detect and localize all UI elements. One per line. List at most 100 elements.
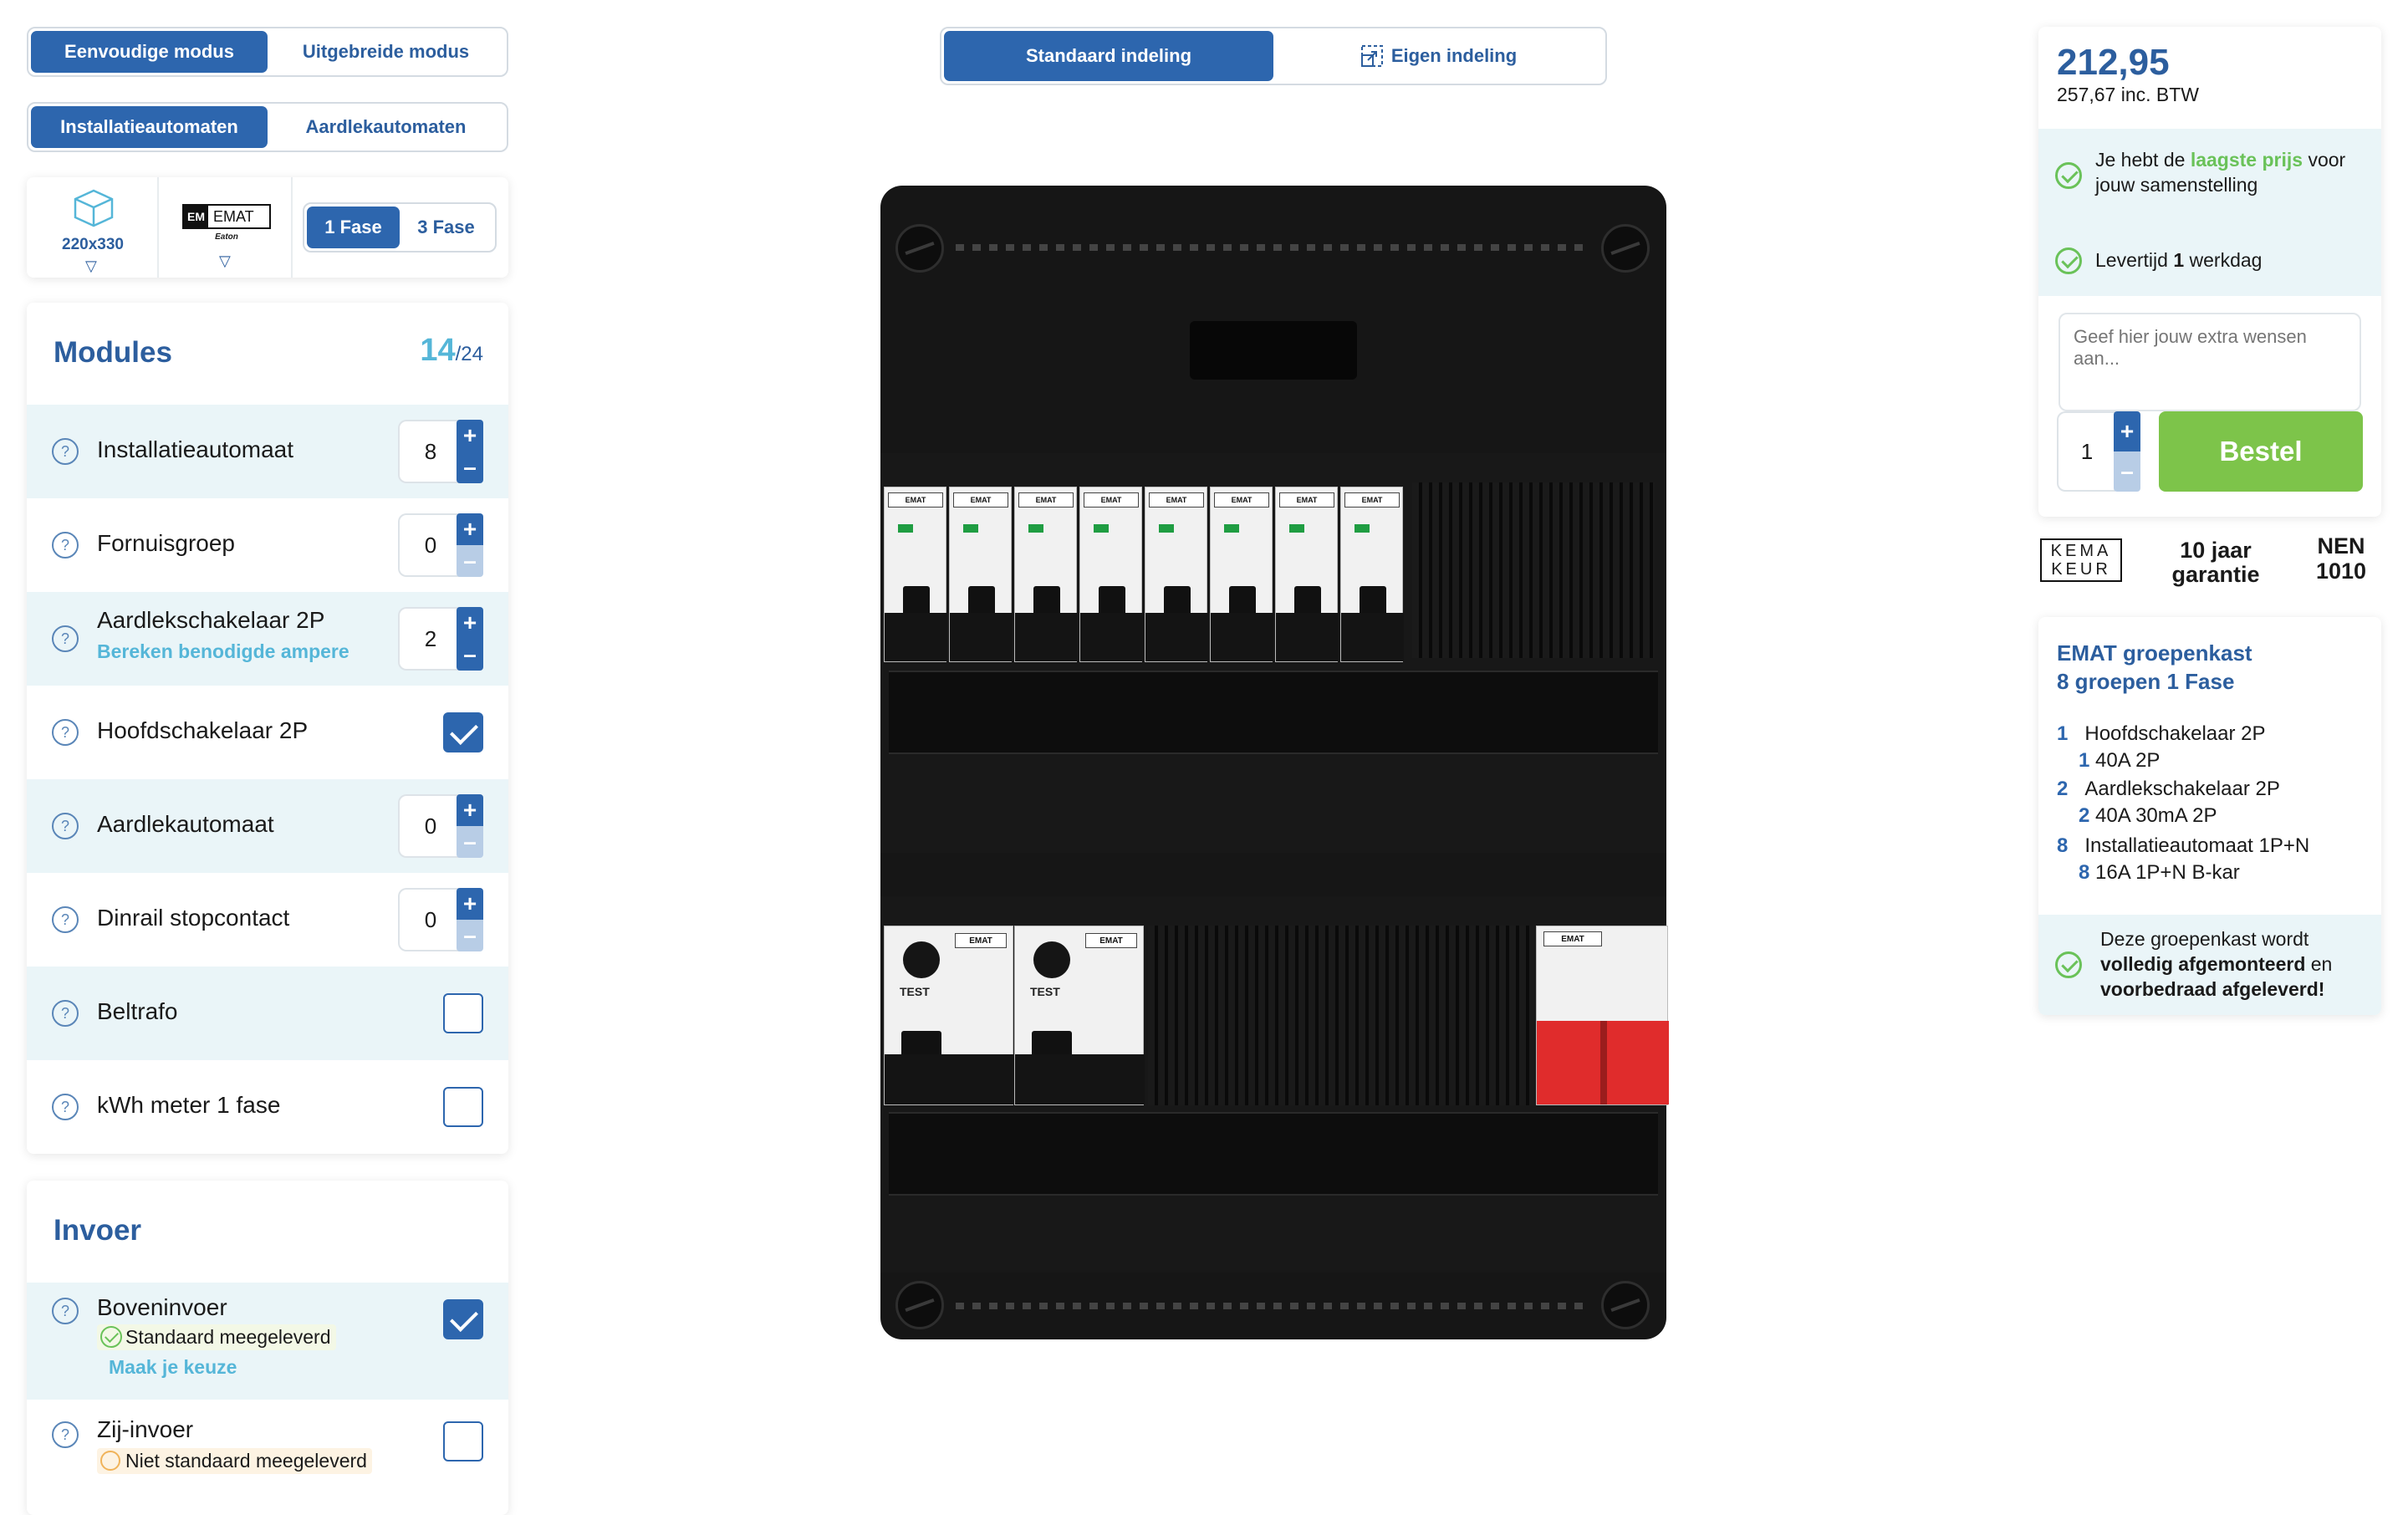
- box-3d-icon: [74, 189, 114, 227]
- kema-keur-badge: KEMA KEUR: [2040, 538, 2122, 582]
- standard-layout-button[interactable]: Standaard indeling: [944, 31, 1273, 81]
- label-window: [1190, 321, 1357, 380]
- custom-layout-icon: [1360, 45, 1383, 67]
- help-icon[interactable]: ?: [52, 438, 79, 465]
- top-groove: [956, 244, 1591, 251]
- bell-transformer-checkbox[interactable]: [443, 993, 483, 1033]
- modules-header: Modules 14/24: [27, 303, 508, 405]
- chevron-down-icon: ▽: [85, 258, 97, 274]
- quantity-input[interactable]: 0: [398, 513, 462, 577]
- calculate-ampere-link[interactable]: Bereken benodigde ampere: [97, 640, 349, 663]
- quantity-input[interactable]: 2: [398, 607, 462, 671]
- help-icon[interactable]: ?: [52, 719, 79, 746]
- screw: [895, 224, 944, 273]
- module-row: ? Fornuisgroep 0 + –: [27, 498, 508, 592]
- phase-toggle: 1 Fase 3 Fase: [303, 202, 497, 252]
- modules-card: Modules 14/24 ? Installatieautomaat 8 + …: [27, 303, 508, 1154]
- size-label: 220x330: [62, 236, 124, 253]
- summary-line: 2 Aardlekschakelaar 2P: [2057, 778, 2280, 800]
- lowest-price-text: Je hebt de laagste prijs voor jouw samens…: [2095, 149, 2346, 196]
- order-quantity-input[interactable]: 1: [2057, 411, 2115, 492]
- summary-line: 8 16A 1P+N B-kar: [2079, 861, 2240, 884]
- check-icon: [100, 1326, 122, 1348]
- circuit-breaker: EMAT: [1340, 487, 1404, 662]
- help-icon[interactable]: ?: [52, 1421, 79, 1448]
- help-icon[interactable]: ?: [52, 813, 79, 839]
- circuit-breaker: EMAT: [1145, 487, 1208, 662]
- check-circle-icon: [2055, 951, 2082, 978]
- side-feed-checkbox[interactable]: [443, 1421, 483, 1461]
- price-incl-vat: 257,67 inc. BTW: [2057, 84, 2200, 105]
- advanced-mode-button[interactable]: Uitgebreide modus: [268, 31, 504, 73]
- decrement-button[interactable]: –: [457, 451, 483, 483]
- earth-leakage-switch: TEST EMAT: [1014, 926, 1145, 1105]
- increment-button[interactable]: +: [457, 513, 483, 545]
- quantity-input[interactable]: 8: [398, 420, 462, 483]
- increment-button[interactable]: +: [2114, 411, 2140, 451]
- invoer-title: Invoer: [54, 1214, 142, 1247]
- quantity-input[interactable]: 0: [398, 794, 462, 858]
- size-selector[interactable]: 220x330 ▽: [27, 177, 159, 278]
- invoer-row: ? Zij-invoer Niet standaard meegeleverd: [27, 1400, 508, 1500]
- chevron-down-icon: ▽: [219, 252, 231, 269]
- help-icon[interactable]: ?: [52, 532, 79, 559]
- increment-button[interactable]: +: [457, 888, 483, 920]
- module-label: Aardlekautomaat: [97, 811, 274, 837]
- module-label: Installatieautomaat: [97, 436, 294, 462]
- circuit-breaker: EMAT: [1275, 487, 1339, 662]
- installation-automats-tab[interactable]: Installatieautomaten: [31, 106, 268, 148]
- help-icon[interactable]: ?: [52, 906, 79, 933]
- decrement-button[interactable]: –: [457, 545, 483, 577]
- help-icon[interactable]: ?: [52, 625, 79, 652]
- brand-selector[interactable]: EM EMAT Eaton ▽: [161, 177, 293, 278]
- module-label: kWh meter 1 fase: [97, 1092, 281, 1118]
- type-toggle: Installatieautomaten Aardlekautomaten: [27, 102, 508, 152]
- decrement-button[interactable]: –: [457, 826, 483, 858]
- help-icon[interactable]: ?: [52, 1094, 79, 1120]
- side-feed-label: Zij-invoer: [97, 1416, 194, 1442]
- module-label: Fornuisgroep: [97, 530, 235, 556]
- custom-layout-button[interactable]: Eigen indeling: [1273, 31, 1603, 81]
- quantity-stepper: 0 + –: [398, 513, 492, 577]
- invoer-card: Invoer ? Boveninvoer Standaard meegeleve…: [27, 1181, 508, 1515]
- module-row: ? Aardlekautomaat 0 + –: [27, 779, 508, 873]
- module-row: ? Installatieautomaat 8 + –: [27, 405, 508, 498]
- decrement-button[interactable]: –: [457, 920, 483, 951]
- quantity-stepper: 0 + –: [398, 794, 492, 858]
- simple-mode-button[interactable]: Eenvoudige modus: [31, 31, 268, 73]
- summary-line: 1 40A 2P: [2079, 749, 2161, 772]
- not-standard-note: Niet standaard meegeleverd: [97, 1448, 372, 1474]
- order-quantity-stepper: 1 + –: [2057, 411, 2140, 492]
- main-switch-checkbox[interactable]: [443, 712, 483, 752]
- summary-line: 8 Installatieautomaat 1P+N: [2057, 834, 2310, 857]
- check-circle-icon: [2055, 162, 2082, 189]
- increment-button[interactable]: +: [457, 607, 483, 639]
- circuit-breaker: EMAT: [884, 487, 947, 662]
- phase-1-button[interactable]: 1 Fase: [307, 207, 400, 248]
- top-feed-label: Boveninvoer: [97, 1294, 227, 1320]
- module-row: ? Aardlekschakelaar 2P Bereken benodigde…: [27, 592, 508, 686]
- decrement-button[interactable]: –: [2114, 451, 2140, 492]
- phase-3-button[interactable]: 3 Fase: [400, 207, 492, 248]
- summary-card: EMAT groepenkast 8 groepen 1 Fase 1 Hoofd…: [2038, 617, 2381, 1015]
- check-circle-icon: [2055, 247, 2082, 274]
- quantity-stepper: 8 + –: [398, 420, 492, 483]
- order-button[interactable]: Bestel: [2159, 411, 2363, 492]
- bottom-groove: [956, 1303, 1591, 1309]
- extra-wishes-textarea[interactable]: [2059, 313, 2361, 411]
- screw: [1601, 224, 1650, 273]
- decrement-button[interactable]: –: [457, 639, 483, 671]
- quantity-stepper: 2 + –: [398, 607, 492, 671]
- modules-count: 14/24: [420, 333, 483, 368]
- increment-button[interactable]: +: [457, 794, 483, 826]
- make-choice-link[interactable]: Maak je keuze: [109, 1356, 237, 1379]
- earth-leak-automats-tab[interactable]: Aardlekautomaten: [268, 106, 504, 148]
- circuit-breaker: EMAT: [949, 487, 1013, 662]
- main-switch: EMAT: [1536, 926, 1669, 1105]
- increment-button[interactable]: +: [457, 420, 483, 451]
- top-feed-checkbox[interactable]: [443, 1299, 483, 1339]
- kwh-meter-checkbox[interactable]: [443, 1087, 483, 1127]
- help-icon[interactable]: ?: [52, 1000, 79, 1027]
- help-icon[interactable]: ?: [52, 1298, 79, 1324]
- quantity-input[interactable]: 0: [398, 888, 462, 951]
